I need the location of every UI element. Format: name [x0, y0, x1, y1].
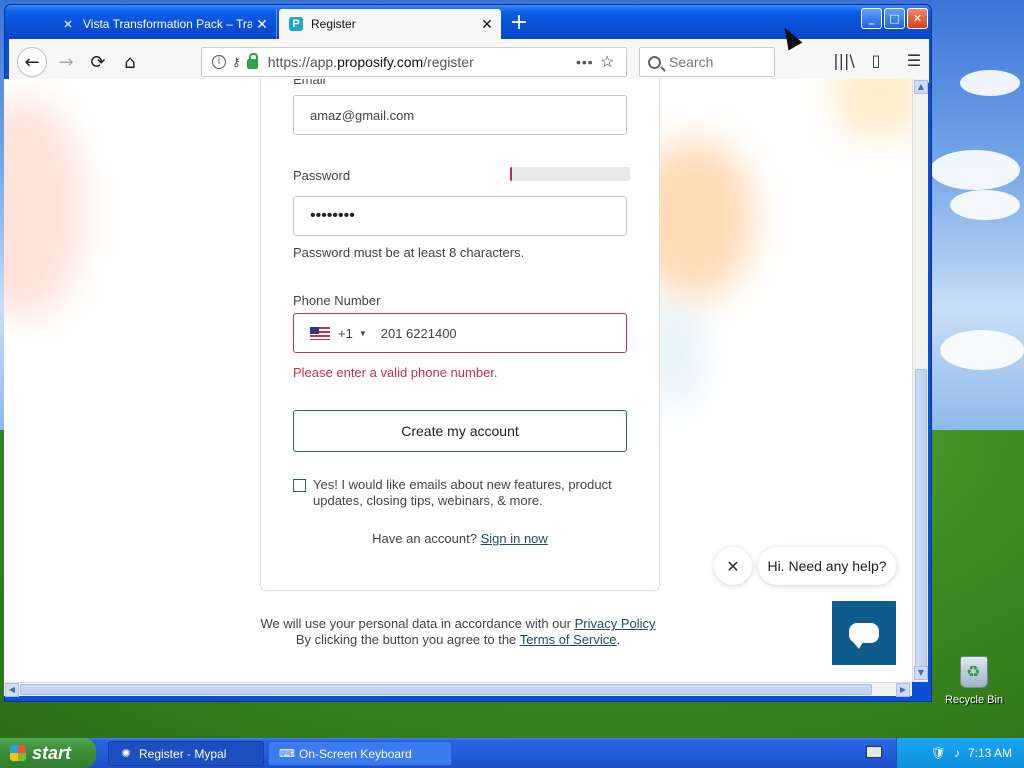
mypal-icon: ✺ [121, 747, 131, 760]
proposify-favicon-icon: P [289, 17, 303, 31]
chat-icon [849, 623, 879, 649]
keyboard-indicator-icon[interactable] [866, 746, 882, 758]
library-icon[interactable]: |||\ [833, 51, 855, 73]
terms-notice: By clicking the button you agree to the … [204, 632, 712, 647]
close-tab-icon[interactable]: ✕ [477, 16, 497, 33]
scroll-left-arrow-icon[interactable]: ◀ [5, 683, 19, 697]
scroll-up-arrow-icon[interactable]: ▲ [914, 80, 928, 94]
start-label: start [32, 742, 72, 763]
clock[interactable]: 7:13 AM [968, 746, 1012, 760]
us-flag-icon[interactable] [310, 326, 330, 340]
terms-prefix: By clicking the button you agree to the [295, 632, 517, 647]
tab-vista-transformation-pack[interactable]: ✕ Vista Transformation Pack – Trans ✕ [51, 9, 277, 39]
scroll-right-arrow-icon[interactable]: ▶ [896, 683, 910, 697]
phone-field[interactable]: +1 ▼ 201 6221400 [293, 313, 627, 353]
url-bar[interactable]: i ⚷ https://app.proposify.com/register •… [201, 47, 627, 77]
password-value: •••••••• [310, 207, 355, 224]
password-label: Password [293, 168, 351, 183]
phone-label: Phone Number [293, 293, 381, 308]
email-value: amaz@gmail.com [310, 107, 415, 123]
forward-button[interactable]: → [51, 47, 81, 77]
search-input[interactable]: Search [639, 47, 775, 77]
tab-register[interactable]: P Register ✕ [279, 9, 501, 39]
home-button[interactable]: ⌂ [115, 47, 145, 77]
email-label: Email [293, 79, 326, 87]
scroll-down-arrow-icon[interactable]: ▼ [914, 666, 928, 680]
privacy-prefix: We will use your personal data in accord… [260, 616, 571, 631]
create-account-button[interactable]: Create my account [293, 410, 627, 452]
signin-link[interactable]: Sign in now [481, 531, 548, 546]
close-tab-icon[interactable]: ✕ [252, 16, 272, 33]
info-icon[interactable]: i [212, 55, 226, 69]
decorative-blob [834, 79, 912, 139]
close-icon: ✕ [726, 556, 740, 576]
chat-close-button[interactable]: ✕ [714, 547, 752, 585]
cloud [940, 330, 1024, 370]
email-field[interactable]: amaz@gmail.com [293, 95, 627, 135]
new-tab-button[interactable]: + [505, 11, 533, 37]
signin-prompt: Have an account? [372, 531, 477, 546]
privacy-policy-link[interactable]: Privacy Policy [575, 616, 656, 631]
taskbar: start ✺ Register - Mypal ⌨ On-Screen Key… [0, 738, 1024, 768]
password-strength-meter [510, 167, 630, 181]
windows-logo-icon [10, 745, 26, 761]
password-hint: Password must be at least 8 characters. [293, 245, 525, 260]
vertical-scroll-thumb[interactable] [915, 369, 927, 667]
recycle-bin[interactable]: Recycle Bin [944, 656, 1004, 706]
password-strength-fill [510, 167, 513, 181]
cloud [950, 190, 1020, 220]
system-tray: 🛡 ♪ 7:13 AM [896, 738, 1024, 768]
close-window-button[interactable]: ✕ [907, 8, 928, 29]
tab-label: Vista Transformation Pack – Trans [83, 17, 252, 31]
password-field[interactable]: •••••••• [293, 196, 627, 236]
chat-launcher-button[interactable] [832, 601, 896, 665]
keyboard-icon: ⌨ [279, 747, 295, 760]
page-actions-icon[interactable]: ••• [576, 54, 600, 70]
taskbar-item-label: Register - Mypal [139, 746, 227, 761]
taskbar-item-on-screen-keyboard[interactable]: ⌨ On-Screen Keyboard [268, 741, 452, 766]
page-content: Email amaz@gmail.com Password •••••••• P… [4, 79, 912, 682]
cloud [960, 70, 1020, 96]
recycle-bin-icon [960, 656, 988, 688]
key-icon[interactable]: ⚷ [232, 55, 241, 69]
country-code[interactable]: +1 [338, 326, 353, 341]
horizontal-scroll-thumb[interactable] [20, 684, 872, 695]
url-text: https://app.proposify.com/register [267, 54, 474, 70]
cloud [930, 150, 1020, 190]
back-button[interactable]: ← [17, 47, 47, 77]
newsletter-label: Yes! I would like emails about new featu… [313, 477, 612, 508]
maximize-button[interactable]: □ [884, 8, 905, 29]
vista-favicon-icon: ✕ [63, 18, 73, 31]
phone-value: 201 6221400 [380, 325, 457, 341]
signin-row: Have an account? Sign in now [260, 531, 660, 546]
menu-icon[interactable]: ☰ [903, 51, 925, 73]
reload-button[interactable]: ⟳ [83, 47, 113, 77]
tab-label: Register [311, 17, 356, 31]
search-icon [648, 55, 661, 69]
chat-greeting-bubble[interactable]: Hi. Need any help? [758, 547, 896, 585]
vertical-scrollbar[interactable]: ▲ ▼ [912, 79, 928, 682]
lock-icon[interactable] [246, 53, 258, 69]
newsletter-checkbox[interactable] [293, 479, 306, 492]
terms-suffix: . [616, 632, 621, 647]
chevron-down-icon[interactable]: ▼ [359, 329, 367, 338]
taskbar-item-register[interactable]: ✺ Register - Mypal [108, 741, 264, 766]
sidebar-icon[interactable]: ▯ [865, 51, 887, 73]
minimize-button[interactable]: _ [861, 8, 882, 29]
decorative-blob [4, 99, 84, 319]
search-placeholder: Search [669, 54, 714, 70]
volume-icon[interactable]: ♪ [954, 746, 960, 760]
start-button[interactable]: start [0, 738, 96, 768]
horizontal-scrollbar[interactable]: ◀ ▶ [4, 682, 912, 697]
security-shield-icon[interactable]: 🛡 [931, 746, 946, 760]
terms-of-service-link[interactable]: Terms of Service [520, 632, 617, 647]
bookmark-star-icon[interactable]: ☆ [600, 52, 626, 72]
taskbar-item-label: On-Screen Keyboard [299, 746, 412, 761]
privacy-notice: We will use your personal data in accord… [204, 616, 712, 631]
phone-error: Please enter a valid phone number. [293, 365, 498, 380]
recycle-bin-label: Recycle Bin [944, 694, 1004, 706]
